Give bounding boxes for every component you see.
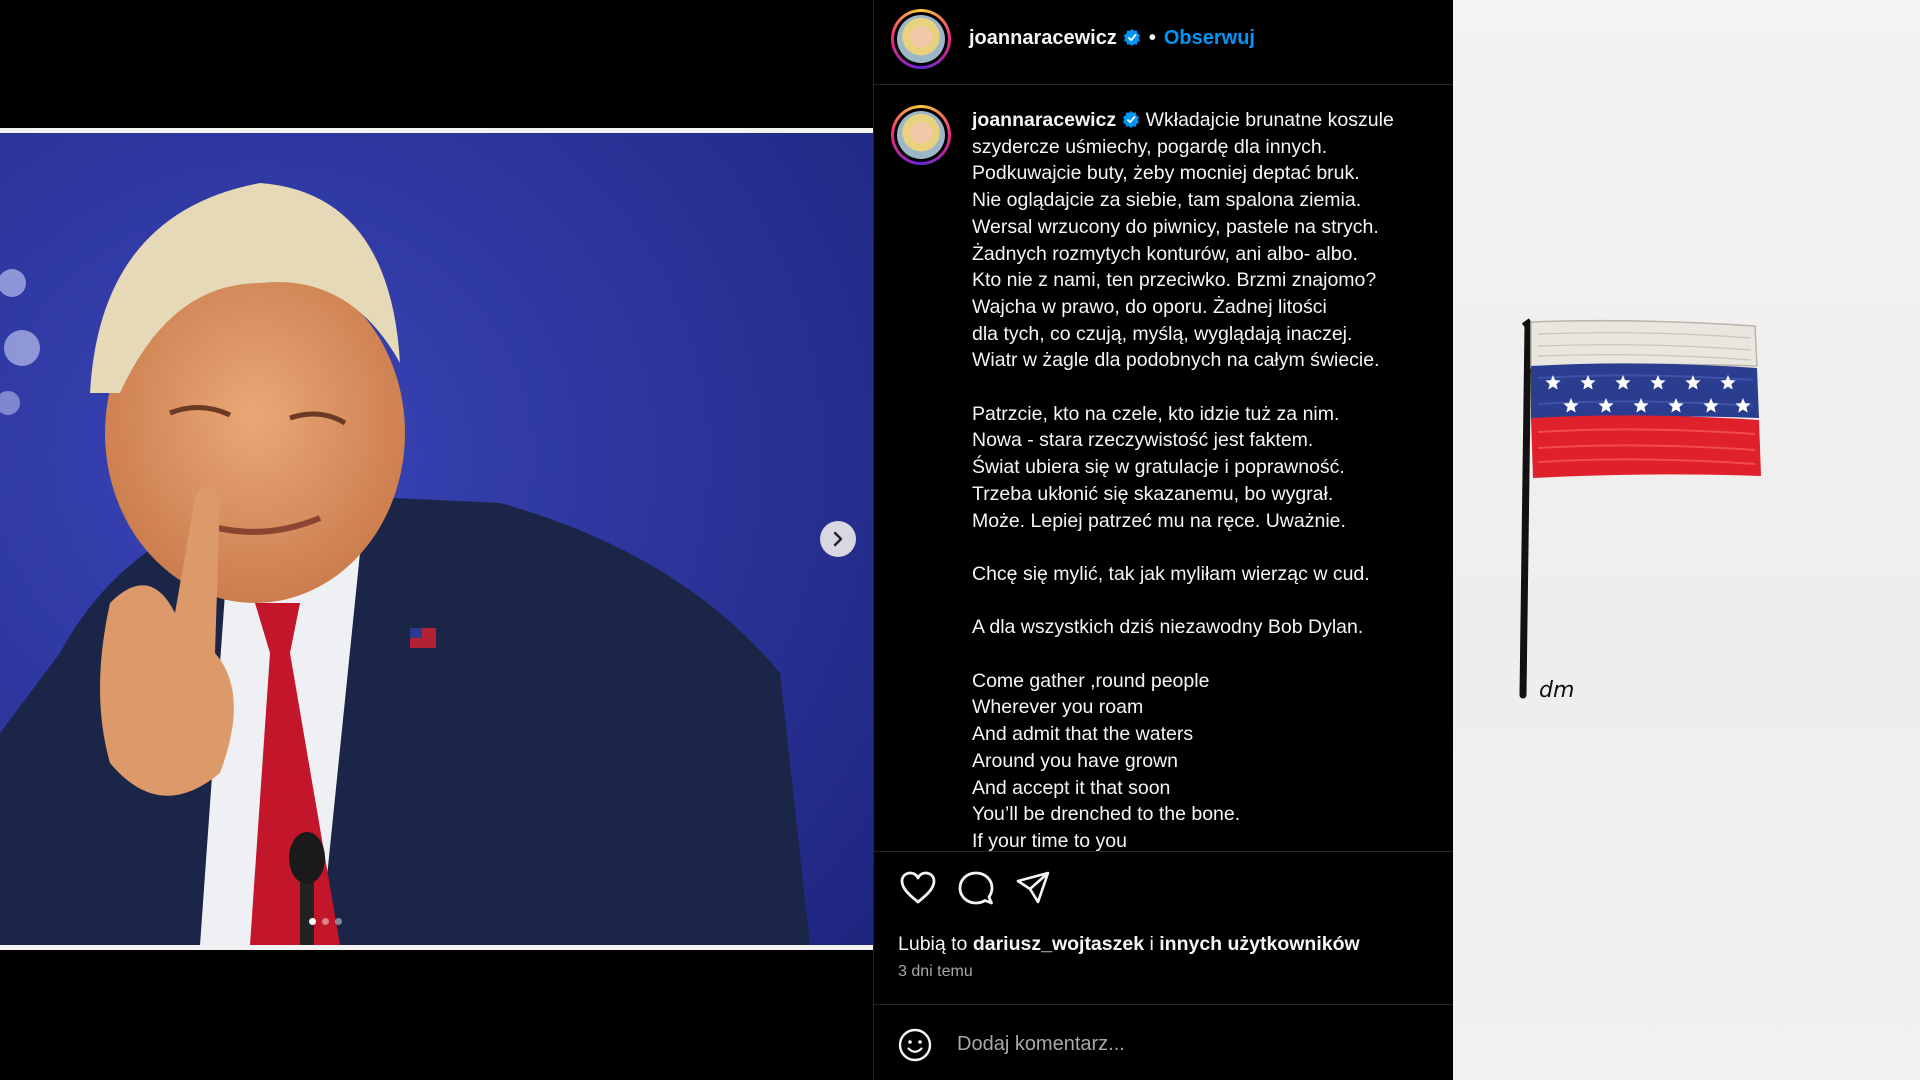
follow-button[interactable]: Obserwuj [1164,27,1255,49]
verified-badge-icon [1123,28,1140,46]
post-media-panel [0,0,873,1080]
share-icon[interactable] [1016,871,1050,905]
photo-illustration [0,133,873,945]
likes-and: i [1149,933,1154,955]
comment-input[interactable] [957,1027,1427,1061]
carousel-dot [322,918,329,925]
verified-badge-icon [1123,110,1140,128]
emoji-icon[interactable] [898,1028,932,1062]
caption-scroll-area[interactable]: joannaracewicz Wkładajcie brunatne koszu… [874,85,1453,852]
post-timestamp[interactable]: 3 dni temu [898,963,973,981]
caption-text: Wkładajcie brunatne koszule szydercze uś… [972,109,1394,852]
avatar[interactable] [891,9,951,69]
post-caption: joannaracewicz Wkładajcie brunatne koszu… [972,107,1442,852]
username-link[interactable]: joannaracewicz [969,27,1117,49]
post-photo [0,128,873,950]
caption-username[interactable]: joannaracewicz [972,109,1116,131]
comment-bar [874,1004,1453,1080]
likes-prefix: Lubią to [898,933,968,955]
likes-others-link[interactable]: innych użytkowników [1159,933,1359,955]
heart-icon[interactable] [900,871,936,905]
separator-dot: • [1148,27,1156,49]
avatar[interactable] [891,105,951,165]
post-actions [900,870,1050,906]
likes-summary: Lubią to dariusz_wojtaszek i innych użyt… [898,933,1360,956]
chevron-right-icon [833,531,843,547]
carousel-dot [335,918,342,925]
carousel-dot [309,918,316,925]
flag-drawing-panel: dm [1453,0,1920,1080]
signature: dm [1539,678,1574,703]
carousel-next-button[interactable] [820,521,856,557]
comment-icon[interactable] [958,870,994,906]
flag-drawing: dm [1519,318,1761,703]
header-user-line: joannaracewicz • Obserwuj [969,27,1255,50]
post-header: joannaracewicz • Obserwuj [874,0,1453,85]
carousel-indicator [309,918,342,925]
post-panel: joannaracewicz • Obserwuj joannaracewicz W… [873,0,1453,1080]
liker-username[interactable]: dariusz_wojtaszek [973,933,1144,955]
